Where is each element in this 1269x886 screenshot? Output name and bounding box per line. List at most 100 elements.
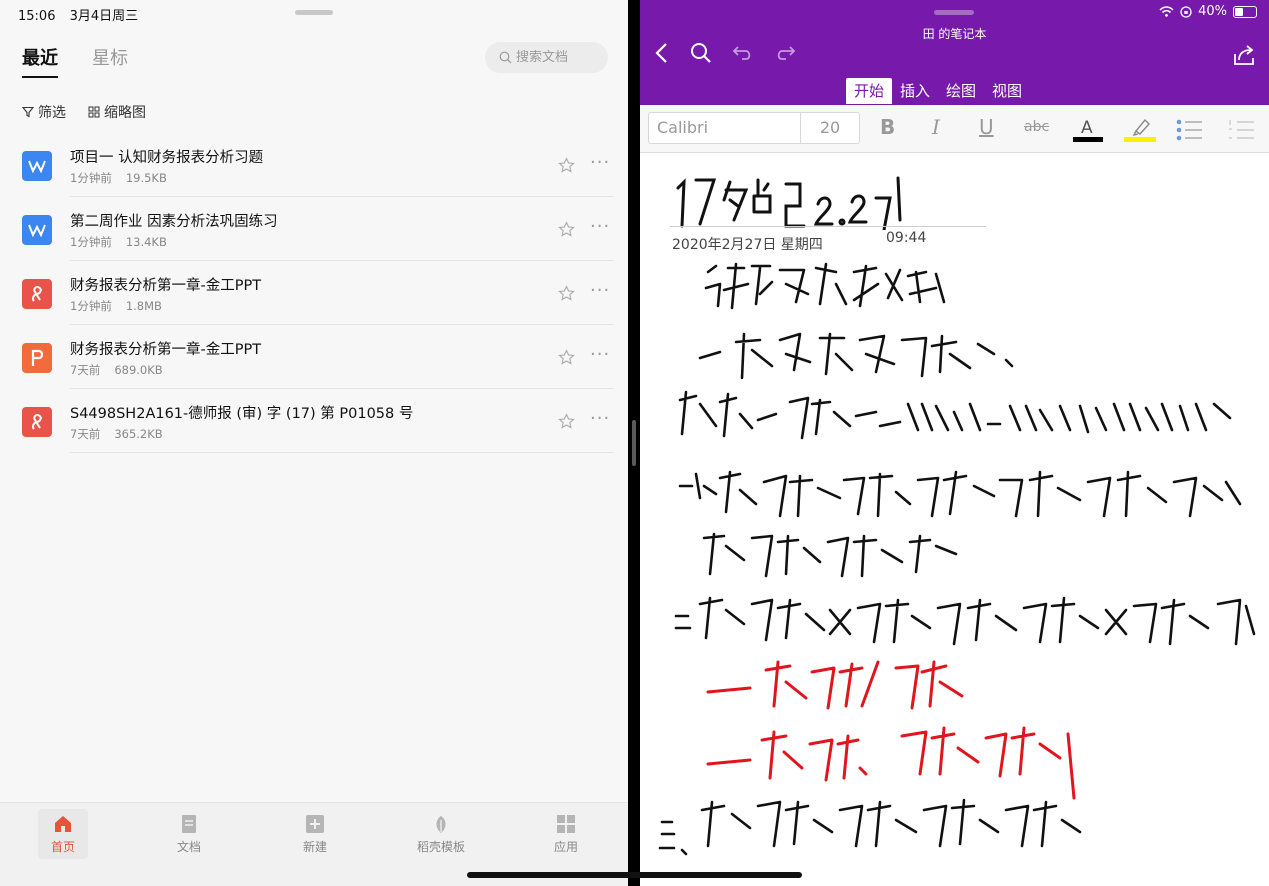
file-row[interactable]: 第二周作业 因素分析法巩固练习 1分钟前 13.4KB ··· bbox=[0, 197, 628, 261]
split-view-handle[interactable] bbox=[632, 420, 636, 466]
tab-starred[interactable]: 星标 bbox=[92, 44, 128, 78]
undo-icon[interactable] bbox=[732, 44, 754, 62]
file-size: 365.2KB bbox=[114, 427, 163, 441]
top-tabs: 最近 星标 bbox=[22, 44, 128, 78]
file-list: 项目一 认知财务报表分析习题 1分钟前 19.5KB ··· 第二周作业 因素分析… bbox=[0, 133, 628, 453]
file-time: 1分钟前 bbox=[70, 235, 112, 249]
search-icon[interactable] bbox=[690, 42, 712, 64]
file-row[interactable]: 财务报表分析第一章-金工PPT 7天前 689.0KB ··· bbox=[0, 325, 628, 389]
font-selector: Calibri 20 bbox=[648, 112, 860, 144]
thumbnail-label: 缩略图 bbox=[104, 105, 146, 121]
nav-icons bbox=[654, 42, 796, 64]
file-row[interactable]: 项目一 认知财务报表分析习题 1分钟前 19.5KB ··· bbox=[0, 133, 628, 197]
italic-icon[interactable]: I bbox=[932, 115, 940, 139]
file-name: 财务报表分析第一章-金工PPT bbox=[70, 278, 262, 294]
file-meta: 1分钟前 1.8MB bbox=[70, 298, 162, 314]
file-name: 项目一 认知财务报表分析习题 bbox=[70, 150, 264, 166]
onenote-header: 40% 田 的笔记本 开始 插入 绘图 视图 bbox=[640, 0, 1269, 105]
orientation-lock-icon bbox=[1180, 5, 1192, 18]
status-indicators: 40% bbox=[1159, 4, 1257, 19]
pdf-icon bbox=[22, 279, 52, 309]
pdf-icon bbox=[22, 407, 52, 437]
file-row[interactable]: 财务报表分析第一章-金工PPT 1分钟前 1.8MB ··· bbox=[0, 261, 628, 325]
handwritten-ink bbox=[658, 262, 1256, 856]
file-meta: 1分钟前 13.4KB bbox=[70, 234, 167, 250]
search-input[interactable] bbox=[516, 50, 602, 65]
redo-icon[interactable] bbox=[774, 44, 796, 62]
share-icon[interactable] bbox=[1233, 44, 1257, 66]
filter-bar: 筛选 缩略图 bbox=[22, 102, 146, 122]
more-options-icon[interactable]: ··· bbox=[590, 346, 610, 364]
thumbnail-grid-icon bbox=[88, 106, 100, 118]
note-date: 2020年2月27日 星期四 bbox=[672, 237, 823, 253]
more-options-icon[interactable]: ··· bbox=[590, 410, 610, 428]
file-size: 19.5KB bbox=[125, 171, 167, 185]
underline-icon[interactable]: U bbox=[979, 115, 994, 139]
tab-home[interactable]: 开始 bbox=[846, 78, 893, 104]
tab-recent[interactable]: 最近 bbox=[22, 44, 58, 78]
font-color-icon[interactable]: A bbox=[1073, 115, 1103, 145]
star-icon[interactable] bbox=[558, 157, 575, 174]
file-size: 689.0KB bbox=[114, 363, 163, 377]
svg-text:A: A bbox=[1081, 118, 1093, 138]
wps-panel: 15:06 3月4日周三 最近 星标 筛选 缩略图 项目一 认知财务报表分析习题… bbox=[0, 0, 628, 886]
battery-percent: 40% bbox=[1198, 4, 1227, 19]
font-size-field[interactable]: 20 bbox=[801, 113, 859, 143]
more-options-icon[interactable]: ··· bbox=[590, 218, 610, 236]
handwritten-title bbox=[676, 176, 902, 230]
search-box[interactable] bbox=[485, 42, 608, 73]
star-icon[interactable] bbox=[558, 285, 575, 302]
nav-label: 文档 bbox=[176, 839, 201, 854]
highlighter-icon[interactable] bbox=[1124, 115, 1156, 145]
file-time: 1分钟前 bbox=[70, 299, 112, 313]
filter-button[interactable]: 筛选 bbox=[22, 102, 66, 122]
file-row[interactable]: S4498SH2A161-德师报 (审) 字 (17) 第 P01058 号 7… bbox=[0, 389, 628, 453]
status-date: 3月4日周三 bbox=[69, 9, 139, 24]
format-toolbar: Calibri 20 B I U abc A bbox=[640, 105, 1269, 153]
star-icon[interactable] bbox=[558, 221, 575, 238]
ribbon-tabs: 开始 插入 绘图 视图 bbox=[846, 78, 1030, 104]
ppt-icon bbox=[22, 343, 52, 373]
document-icon bbox=[182, 814, 196, 833]
file-time: 7天前 bbox=[70, 427, 101, 441]
divider bbox=[70, 452, 614, 453]
back-icon[interactable] bbox=[654, 42, 670, 64]
nav-templates[interactable]: 稻壳模板 bbox=[416, 809, 466, 859]
strikethrough-icon[interactable]: abc bbox=[1024, 119, 1049, 135]
file-name: S4498SH2A161-德师报 (审) 字 (17) 第 P01058 号 bbox=[70, 406, 414, 422]
nav-documents[interactable]: 文档 bbox=[164, 809, 214, 859]
filter-label: 筛选 bbox=[38, 105, 66, 121]
nav-new[interactable]: 新建 bbox=[290, 809, 340, 859]
more-options-icon[interactable]: ··· bbox=[590, 154, 610, 172]
nav-label: 应用 bbox=[553, 839, 578, 854]
nav-label: 首页 bbox=[50, 839, 75, 854]
tab-draw[interactable]: 绘图 bbox=[938, 78, 984, 104]
multitask-grabber[interactable] bbox=[934, 10, 974, 15]
leaf-icon bbox=[436, 815, 446, 833]
status-bar: 15:06 3月4日周三 bbox=[18, 5, 148, 24]
bullet-list-icon[interactable] bbox=[1176, 119, 1202, 141]
nav-apps[interactable]: 应用 bbox=[541, 809, 591, 859]
multitask-grabber[interactable] bbox=[295, 10, 333, 15]
numbered-list-icon[interactable] bbox=[1228, 119, 1254, 141]
tab-insert[interactable]: 插入 bbox=[892, 78, 938, 104]
grid-icon bbox=[557, 814, 575, 833]
thumbnail-button[interactable]: 缩略图 bbox=[88, 102, 146, 122]
bold-icon[interactable]: B bbox=[880, 115, 895, 139]
tab-view[interactable]: 视图 bbox=[984, 78, 1030, 104]
word-doc-icon bbox=[22, 151, 52, 181]
file-size: 1.8MB bbox=[125, 299, 162, 313]
search-icon bbox=[499, 51, 512, 64]
file-size: 13.4KB bbox=[125, 235, 167, 249]
wifi-icon bbox=[1159, 6, 1174, 17]
font-name-field[interactable]: Calibri bbox=[649, 113, 801, 143]
file-time: 1分钟前 bbox=[70, 171, 112, 185]
home-icon bbox=[55, 815, 71, 832]
funnel-icon bbox=[22, 106, 34, 118]
star-icon[interactable] bbox=[558, 349, 575, 366]
note-canvas[interactable]: 2020年2月27日 星期四 09:44 bbox=[640, 154, 1269, 886]
star-icon[interactable] bbox=[558, 413, 575, 430]
nav-home[interactable]: 首页 bbox=[38, 809, 88, 859]
home-indicator[interactable] bbox=[467, 872, 802, 878]
more-options-icon[interactable]: ··· bbox=[590, 282, 610, 300]
